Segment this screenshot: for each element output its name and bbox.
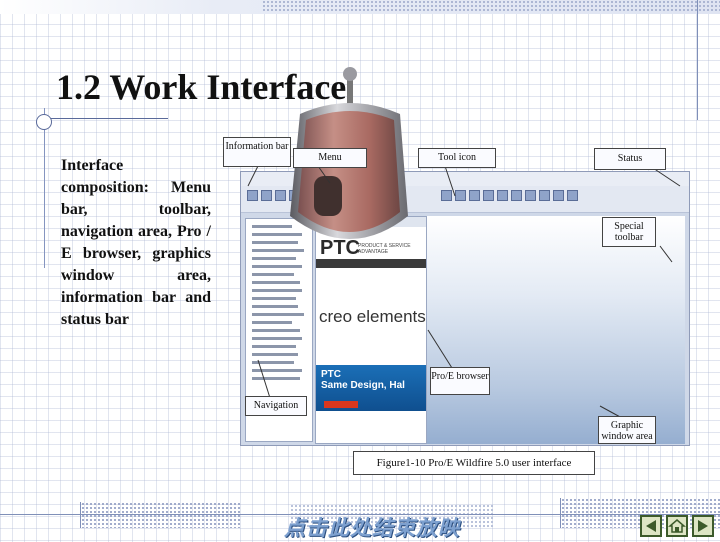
decorative-vertical-line [697, 0, 698, 120]
figure-caption: Figure1-10 Pro/E Wildfire 5.0 user inter… [353, 451, 595, 475]
nav-tree-item [252, 273, 294, 276]
banner-headline: Same Design, Hal [321, 380, 405, 391]
nav-tree-item [252, 313, 304, 316]
phone-body [298, 111, 400, 232]
nav-tree-item [252, 361, 294, 364]
callout-graphic-window-area: Graphic window area [598, 416, 656, 444]
toolbar-icon [441, 190, 452, 201]
toolbar-icon [525, 190, 536, 201]
callout-menu: Menu [293, 148, 367, 168]
callout-special-toolbar: Special toolbar [602, 217, 656, 247]
title-side-rule [44, 108, 45, 268]
title-underline [48, 118, 168, 119]
toolbar-icon [247, 190, 258, 201]
nav-tree-item [252, 289, 302, 292]
callout-tool-icon: Tool icon [418, 148, 496, 168]
end-slideshow-link[interactable]: 点击此处结束放映 [284, 512, 460, 542]
nav-tree-item [252, 297, 296, 300]
callout-status: Status [594, 148, 666, 170]
toolbar-icon [539, 190, 550, 201]
nav-tree-item [252, 345, 296, 348]
banner-ptc-logo: PTC [321, 369, 341, 380]
toolbar-icon [455, 190, 466, 201]
nav-tree-item [252, 321, 292, 324]
nav-tree-item [252, 281, 300, 284]
bullet-circle-icon [36, 114, 52, 130]
next-slide-button[interactable] [692, 515, 714, 537]
nav-tree-item [252, 369, 302, 372]
phone-screen [314, 176, 342, 216]
toolbar-icon [567, 190, 578, 201]
screenshot-graphics-window [427, 216, 685, 444]
nav-tree-item [252, 353, 298, 356]
creo-elements-logo: creo elements [319, 307, 426, 326]
prev-slide-button[interactable] [640, 515, 662, 537]
banner-watch-button [324, 401, 358, 408]
toolbar-icon [261, 190, 272, 201]
bottom-dot-pattern-left [80, 502, 241, 528]
top-dot-pattern [262, 0, 720, 12]
callout-proe-browser: Pro/E browser [430, 367, 490, 395]
callout-navigation: Navigation [245, 396, 307, 416]
toolbar-icon [497, 190, 508, 201]
triangle-right-icon [698, 520, 708, 532]
toolbar-icon [511, 190, 522, 201]
nav-tree-item [252, 337, 302, 340]
toolbar-icon [483, 190, 494, 201]
home-icon [667, 519, 687, 533]
home-button[interactable] [666, 515, 688, 537]
callout-information-bar: Information bar [223, 137, 291, 167]
interface-description: Interface composition: Menu bar, toolbar… [61, 157, 211, 328]
nav-tree-item [252, 305, 298, 308]
toolbar-icon [553, 190, 564, 201]
toolbar-icon [469, 190, 480, 201]
nav-tree-item [252, 377, 300, 380]
nav-tree-item [252, 329, 300, 332]
browser-promo-banner: PTC Same Design, Hal [316, 365, 426, 411]
antenna-knob [343, 67, 357, 81]
triangle-left-icon [646, 520, 656, 532]
